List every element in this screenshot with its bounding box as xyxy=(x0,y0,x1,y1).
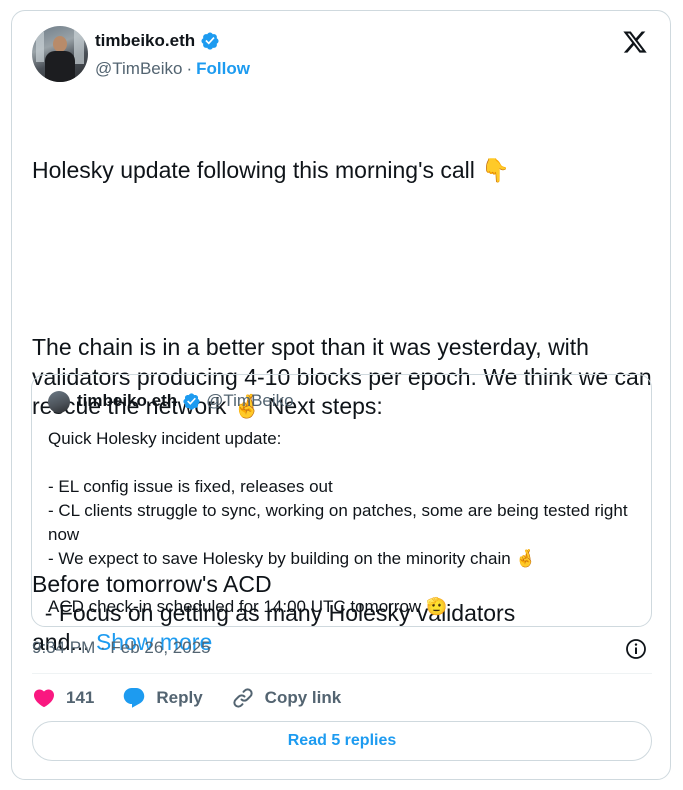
author-handle[interactable]: @TimBeiko xyxy=(95,59,182,79)
tweet-timestamp[interactable]: 9:34 PM · Feb 26, 2025 xyxy=(32,638,211,658)
quote-author-row: timbeiko.eth @TimBeiko xyxy=(77,391,294,411)
like-button[interactable]: 141 xyxy=(32,686,94,710)
copy-link-label: Copy link xyxy=(264,688,342,707)
avatar[interactable] xyxy=(32,26,88,82)
author-handle-row: @TimBeiko · Follow xyxy=(95,59,250,79)
link-icon xyxy=(233,688,253,708)
read-replies-button[interactable]: Read 5 replies xyxy=(32,721,652,761)
reply-label: Reply xyxy=(156,688,203,707)
verified-badge-icon xyxy=(201,32,219,50)
x-logo-icon[interactable] xyxy=(622,29,648,55)
quote-display-name: timbeiko.eth xyxy=(77,391,178,410)
tweet-line-1: Holesky update following this morning's … xyxy=(32,156,652,186)
quoted-tweet[interactable]: timbeiko.eth @TimBeiko Quick Holesky inc… xyxy=(31,374,652,627)
reply-button[interactable]: Reply xyxy=(122,686,203,710)
like-count: 141 xyxy=(66,688,95,707)
quote-handle: @TimBeiko xyxy=(206,391,294,410)
reply-bubble-icon xyxy=(124,688,145,708)
quote-avatar xyxy=(48,391,70,413)
action-bar: 141 Reply Copy link xyxy=(32,683,369,713)
divider xyxy=(32,673,652,674)
pointing-down-emoji: 👇 xyxy=(481,157,510,184)
crossed-fingers-emoji: 🤞 xyxy=(515,549,537,569)
author-name-row[interactable]: timbeiko.eth xyxy=(95,31,220,51)
tweet-card: timbeiko.eth @TimBeiko · Follow Holesky … xyxy=(11,10,671,780)
saluting-face-emoji: 🫡 xyxy=(425,597,448,617)
quote-verified-badge-icon xyxy=(183,392,200,410)
info-icon[interactable] xyxy=(624,637,648,661)
author-display-name[interactable]: timbeiko.eth xyxy=(95,31,195,51)
read-replies-label: Read 5 replies xyxy=(287,732,397,749)
separator: · xyxy=(186,59,193,78)
heart-icon xyxy=(33,689,55,708)
quote-text: Quick Holesky incident update: - EL conf… xyxy=(48,429,628,617)
follow-button[interactable]: Follow xyxy=(196,59,250,79)
copy-link-button[interactable]: Copy link xyxy=(231,686,342,710)
